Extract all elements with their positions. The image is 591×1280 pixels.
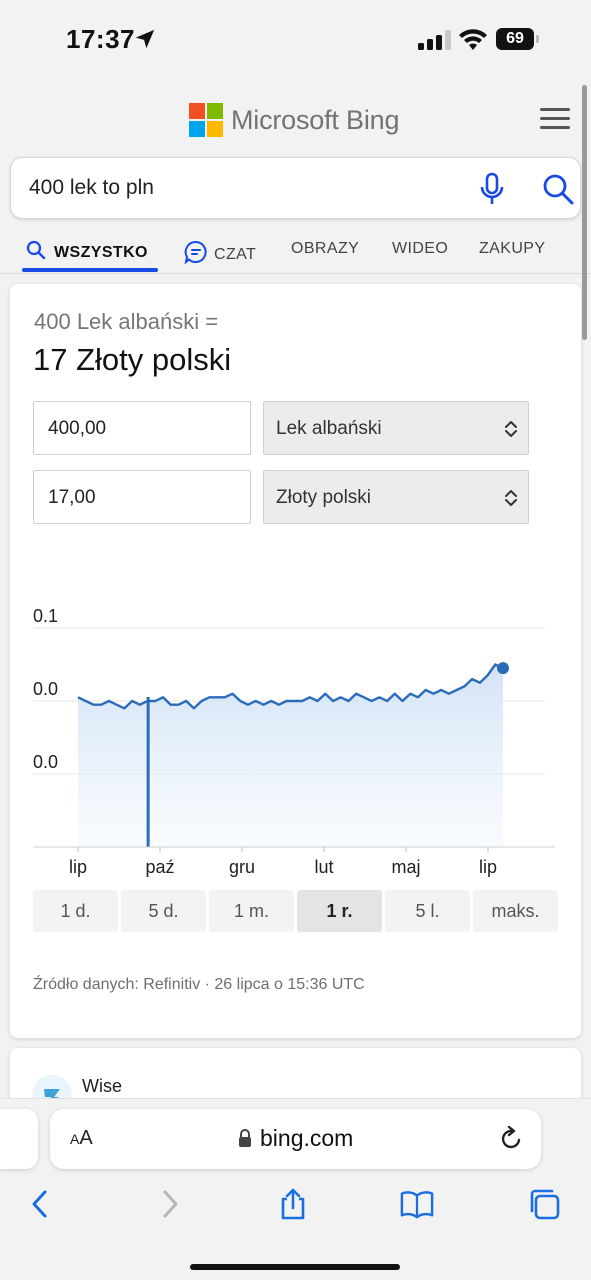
x-tick-label: maj [391, 857, 420, 877]
tab-label: WIDEO [392, 240, 449, 257]
status-time: 17:37 [66, 24, 135, 54]
conversion-result-text: 17 Złoty polski [33, 342, 232, 377]
tab-all[interactable]: WSZYSTKO [26, 240, 148, 262]
currency-from-select[interactable]: Lek albański [263, 401, 529, 455]
tab-chat[interactable]: CZAT [184, 240, 257, 265]
active-tab-indicator [22, 268, 158, 272]
brand-name: Microsoft Bing [231, 104, 400, 135]
reader-text-size-button[interactable]: AA [70, 1127, 93, 1150]
wifi-icon [459, 29, 487, 50]
search-icon [26, 240, 46, 260]
currency-to-select[interactable]: Złoty polski [263, 470, 529, 524]
bing-logo[interactable]: Microsoft Bing [189, 102, 399, 138]
result-title: Wise [82, 1076, 122, 1096]
range-button-1m[interactable]: 1 m. [209, 890, 294, 932]
forward-icon[interactable] [152, 1187, 186, 1221]
currency-from-value: Lek albański [276, 418, 382, 439]
page-scrollbar[interactable] [582, 85, 587, 340]
tabs-icon[interactable] [527, 1187, 561, 1221]
conversion-from-text: 400 Lek albański = [34, 309, 219, 334]
tab-shopping[interactable]: ZAKUPY [479, 240, 545, 258]
home-indicator [190, 1264, 400, 1270]
range-button-5d[interactable]: 5 d. [121, 890, 206, 932]
range-button-5y[interactable]: 5 l. [385, 890, 470, 932]
chevron-up-down-icon [505, 490, 517, 506]
share-icon[interactable] [276, 1187, 310, 1221]
range-button-1y[interactable]: 1 r. [297, 890, 382, 932]
bookmarks-icon[interactable] [400, 1187, 434, 1221]
data-source-note: Źródło danych: Refinitiv · 26 lipca o 15… [33, 976, 365, 993]
microphone-icon[interactable] [479, 172, 505, 206]
x-tick-label: gru [229, 857, 255, 877]
search-query[interactable]: 400 lek to pln [29, 176, 154, 200]
chevron-up-down-icon [505, 421, 517, 437]
tab-videos[interactable]: WIDEO [392, 240, 448, 258]
hamburger-menu-icon[interactable] [540, 108, 570, 132]
x-tick-label: lut [314, 857, 333, 877]
y-tick-label: 0.0 [33, 679, 58, 699]
range-button-1d[interactable]: 1 d. [33, 890, 118, 932]
y-tick-label: 0.1 [33, 606, 58, 626]
chat-icon [184, 240, 207, 265]
battery-icon: 69 [496, 28, 540, 50]
currency-to-value: Złoty polski [276, 487, 372, 508]
x-tick-label: paź [145, 857, 174, 877]
x-tick-label: lip [69, 857, 87, 877]
location-arrow-icon [135, 29, 155, 49]
battery-level: 69 [496, 28, 534, 50]
tab-label: CZAT [214, 246, 257, 263]
x-tick-label: lip [479, 857, 497, 877]
safari-toolbar: AA bing.com [0, 1098, 591, 1280]
tab-label: ZAKUPY [479, 240, 546, 257]
url-text[interactable]: bing.com [260, 1125, 353, 1152]
range-button-max[interactable]: maks. [473, 890, 558, 932]
tab-label: WSZYSTKO [54, 244, 148, 261]
search-tabs: WSZYSTKO CZAT OBRAZY WIDEO ZAKUPY [0, 230, 591, 274]
lock-icon [239, 1129, 251, 1147]
amount-to-input[interactable]: 17,00 [33, 470, 251, 524]
amount-from-input[interactable]: 400,00 [33, 401, 251, 455]
back-icon[interactable] [24, 1187, 58, 1221]
exchange-rate-chart: 0.1 0.0 0.0 lip paź gru lut maj lip [33, 606, 555, 877]
reload-icon[interactable] [498, 1126, 524, 1152]
search-icon[interactable] [542, 173, 574, 205]
chart-last-point [497, 662, 509, 675]
previous-tab-preview[interactable] [0, 1109, 38, 1169]
address-bar[interactable]: AA bing.com [50, 1109, 541, 1169]
tab-images[interactable]: OBRAZY [291, 240, 359, 258]
tab-label: OBRAZY [291, 240, 360, 257]
status-bar: 17:37 69 [0, 0, 591, 80]
y-tick-label: 0.0 [33, 752, 58, 772]
microsoft-logo-icon [189, 103, 223, 137]
search-input[interactable]: 400 lek to pln [10, 157, 581, 219]
cellular-signal-icon [418, 30, 451, 50]
